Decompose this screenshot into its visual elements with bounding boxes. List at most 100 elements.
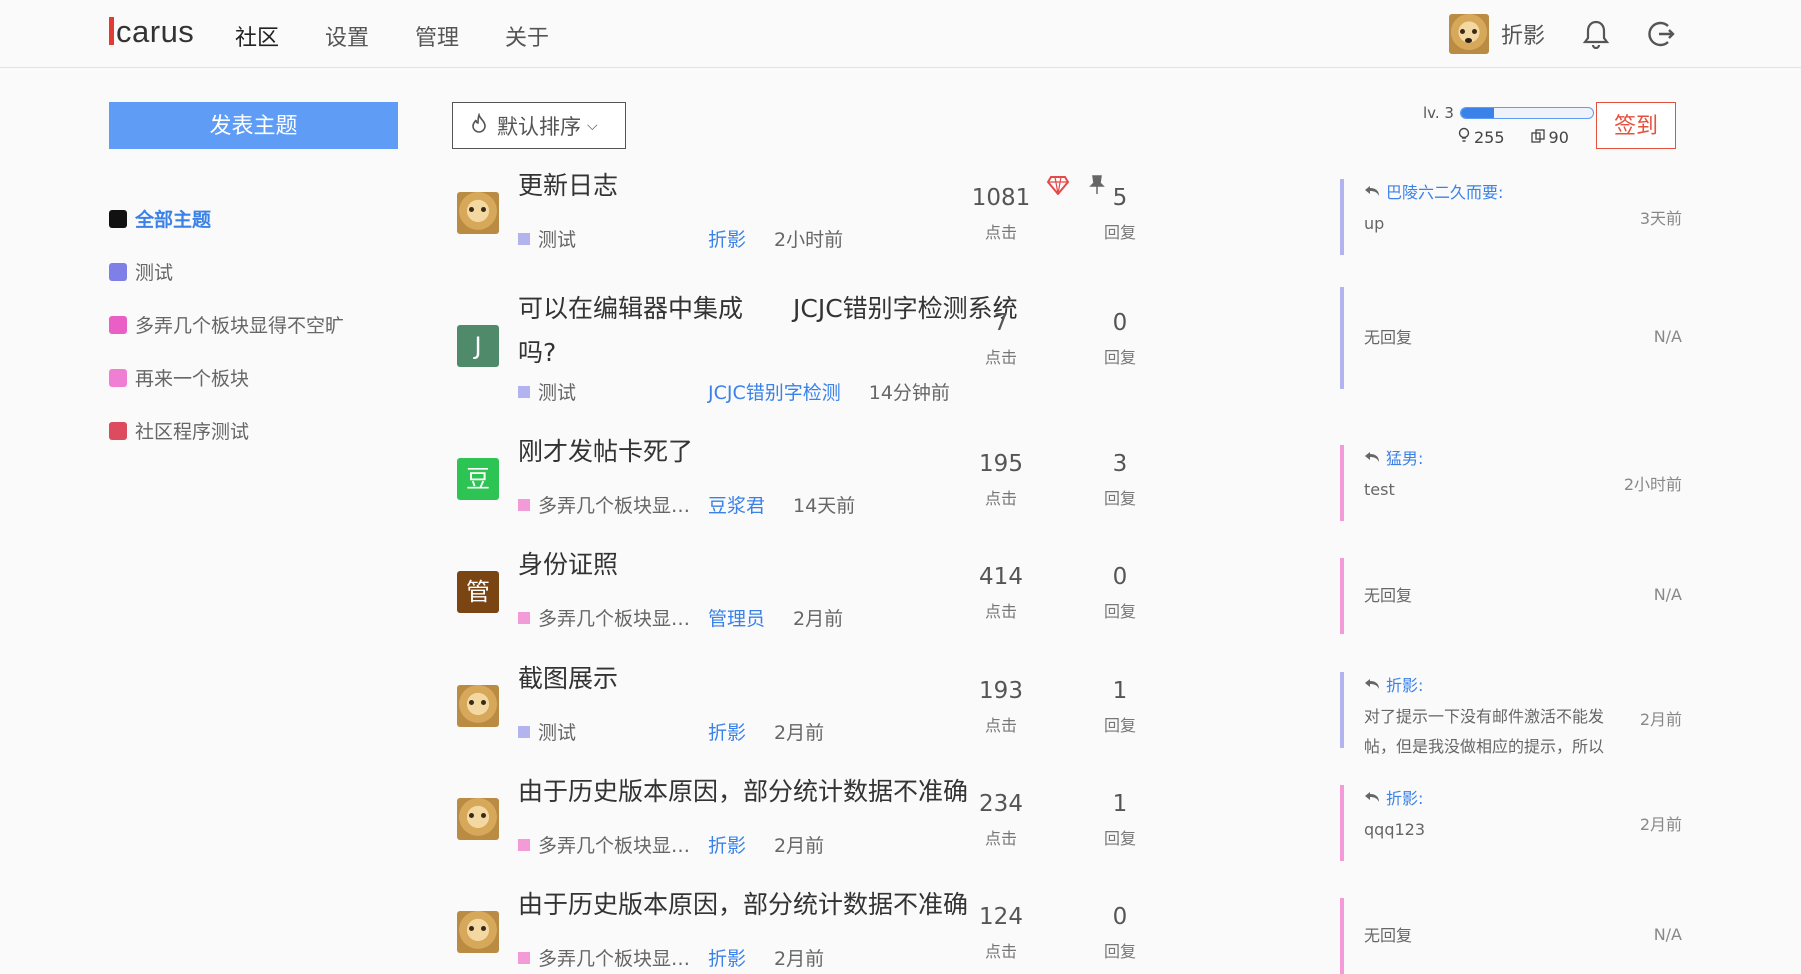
last-reply[interactable]: 折影: qqq123 2月前 (1340, 785, 1682, 861)
topic-board[interactable]: 测试 (538, 225, 708, 252)
board-item-all[interactable]: 全部主题 (109, 192, 344, 245)
reply-icon (1365, 679, 1379, 689)
author-avatar[interactable] (457, 192, 499, 234)
reply-count-label: 回复 (1103, 489, 1136, 508)
chevron-down-icon: ⌵ (587, 117, 598, 134)
topic-title[interactable]: 身份证照 (518, 546, 618, 584)
click-count-value: 234 (979, 791, 1023, 817)
topic-time: 14分钟前 (868, 382, 950, 404)
author-avatar[interactable]: 豆 (457, 458, 499, 500)
diamond-icon (1047, 176, 1069, 195)
new-topic-button[interactable]: 发表主题 (109, 102, 398, 149)
topic-title[interactable]: 刚才发帖卡死了 (518, 433, 693, 471)
topic-title[interactable]: 更新日志 (518, 167, 618, 205)
author-avatar[interactable] (457, 685, 499, 727)
author-avatar[interactable]: 管 (457, 571, 499, 613)
board-label: 再来一个板块 (135, 368, 250, 390)
click-count-value: 414 (979, 564, 1023, 590)
topic-author[interactable]: 管理员 (708, 604, 765, 631)
click-count-label: 点击 (984, 489, 1017, 508)
bell-icon[interactable] (1582, 19, 1610, 53)
topic-title[interactable]: 可以在编辑器中集成 JCJC错别字检测系统 吗? (518, 287, 1018, 375)
reply-icon (1365, 186, 1379, 196)
board-color-swatch (518, 725, 530, 738)
reply-count-value: 0 (1112, 564, 1128, 590)
topic-time: 2月前 (774, 835, 825, 857)
nav-community[interactable]: 社区 (235, 20, 279, 52)
reply-count-label: 回复 (1103, 942, 1136, 961)
topic-title-line1: 刚才发帖卡死了 (518, 437, 694, 466)
topic-board[interactable]: 多弄几个板块显得... (538, 604, 708, 631)
last-reply-user[interactable]: 折影: (1364, 672, 1682, 696)
board-label: 社区程序测试 (135, 421, 250, 443)
last-reply-text: 无回复 (1364, 328, 1413, 347)
last-reply-text: 无回复 (1364, 586, 1413, 605)
coins-value: 90 (1548, 127, 1569, 147)
site-logo[interactable]: carus (109, 14, 194, 50)
topic-author[interactable]: 折影 (708, 225, 746, 252)
user-menu[interactable]: 折影 (1449, 14, 1545, 54)
topic-meta: 测试 折影 2小时前 (518, 225, 843, 252)
bulb-icon (1458, 127, 1470, 147)
author-avatar[interactable] (457, 798, 499, 840)
last-reply-text: test (1364, 480, 1395, 499)
last-reply-user[interactable]: 折影: (1364, 785, 1682, 809)
nav-settings[interactable]: 设置 (325, 20, 369, 52)
last-reply-time: 2月前 (1639, 815, 1682, 834)
board-item-test[interactable]: 测试 (109, 245, 344, 298)
reply-icon (1365, 792, 1379, 802)
last-reply-user[interactable]: 巴陵六二久而要: (1364, 179, 1682, 203)
last-reply-time: N/A (1653, 925, 1682, 944)
topic-author[interactable]: 折影 (708, 831, 746, 858)
topic-meta: 多弄几个板块显得... 折影 2月前 (518, 944, 824, 971)
click-count-value: 1081 (971, 185, 1031, 211)
level-progress-bar (1459, 107, 1594, 119)
topic-board[interactable]: 多弄几个板块显得... (538, 944, 708, 971)
topic-board[interactable]: 测试 (538, 718, 708, 745)
reply-count: 1 回复 (1080, 678, 1160, 736)
checkin-button[interactable]: 签到 (1596, 102, 1676, 149)
logout-icon[interactable] (1646, 19, 1676, 53)
last-reply[interactable]: 无回复 N/A (1340, 898, 1682, 974)
board-item-program-test[interactable]: 社区程序测试 (109, 404, 344, 457)
topic-author[interactable]: 折影 (708, 944, 746, 971)
topic-title[interactable]: 由于历史版本原因，部分统计数据不准确 (518, 773, 968, 811)
click-count-label: 点击 (984, 223, 1017, 242)
topic-title[interactable]: 截图展示 (518, 660, 618, 698)
nav-admin[interactable]: 管理 (415, 20, 459, 52)
user-name[interactable]: 折影 (1501, 18, 1545, 50)
topic-board[interactable]: 测试 (538, 378, 708, 405)
sort-dropdown[interactable]: 默认排序 ⌵ (452, 102, 626, 149)
board-label: 多弄几个板块显得不空旷 (135, 315, 345, 337)
click-count-value: 124 (979, 904, 1023, 930)
last-reply[interactable]: 折影: 对了提示一下没有邮件激活不能发帖，但是我没做相应的提示，所以 2月前 (1340, 672, 1682, 756)
last-reply-time: 3天前 (1639, 209, 1682, 228)
last-reply[interactable]: 无回复 N/A (1340, 558, 1682, 634)
board-item-more-boards[interactable]: 多弄几个板块显得不空旷 (109, 298, 344, 351)
topic-board[interactable]: 多弄几个板块显得... (538, 831, 708, 858)
last-reply[interactable]: 猛男: test 2小时前 (1340, 445, 1682, 521)
topic-time: 2月前 (793, 608, 844, 630)
reply-count-value: 1 (1112, 678, 1128, 704)
last-reply-time: 2月前 (1639, 710, 1682, 729)
author-avatar[interactable] (457, 911, 499, 953)
board-color-swatch (109, 315, 127, 334)
nav-about[interactable]: 关于 (505, 20, 549, 52)
last-reply-text: up (1364, 214, 1385, 233)
last-reply-user[interactable]: 猛男: (1364, 445, 1682, 469)
topic-title[interactable]: 由于历史版本原因，部分统计数据不准确 (518, 886, 968, 924)
topic-board[interactable]: 多弄几个板块显得... (538, 491, 708, 518)
avatar[interactable] (1449, 14, 1489, 54)
author-avatar[interactable]: J (457, 325, 499, 367)
reply-count: 1 回复 (1080, 791, 1160, 849)
flame-icon (471, 112, 487, 138)
reply-count: 0 回复 (1080, 904, 1160, 962)
last-reply-time: 2小时前 (1623, 475, 1682, 494)
topic-author[interactable]: 折影 (708, 718, 746, 745)
topic-author[interactable]: 豆浆君 (708, 491, 765, 518)
last-reply[interactable]: 无回复 N/A (1340, 287, 1682, 389)
topic-author[interactable]: JCJC错别字检测 (708, 378, 841, 405)
board-item-another-board[interactable]: 再来一个板块 (109, 351, 344, 404)
user-stats: 255 90 (1458, 127, 1569, 147)
last-reply[interactable]: 巴陵六二久而要: up 3天前 (1340, 179, 1682, 255)
